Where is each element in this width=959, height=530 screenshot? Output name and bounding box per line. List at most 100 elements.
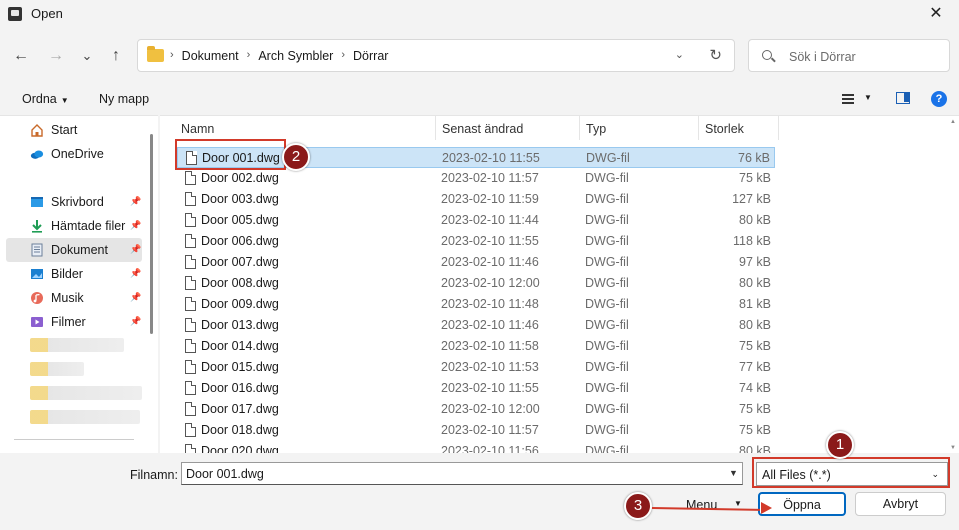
organize-button[interactable]: Ordna ▼: [22, 92, 69, 106]
chevron-down-icon[interactable]: ▼: [729, 468, 738, 478]
file-icon: [185, 339, 196, 353]
file-type: DWG-fil: [586, 151, 630, 165]
sidebar-item-label: Filmer: [51, 315, 86, 329]
refresh-button[interactable]: ↻: [709, 46, 722, 64]
table-row[interactable]: Door 008.dwg 2023-02-10 12:00 DWG-fil 80 kB: [177, 273, 775, 294]
table-row[interactable]: Door 015.dwg 2023-02-10 11:53 DWG-fil 77 kB: [177, 357, 775, 378]
table-row[interactable]: Door 007.dwg 2023-02-10 11:46 DWG-fil 97 kB: [177, 252, 775, 273]
filename-input[interactable]: [181, 462, 743, 485]
search-input[interactable]: Sök i Dörrar: [789, 50, 856, 64]
table-row[interactable]: Door 002.dwg 2023-02-10 11:57 DWG-fil 75 kB: [177, 168, 775, 189]
scroll-up-icon[interactable]: ▲: [950, 119, 956, 125]
home-icon: [31, 124, 43, 137]
table-row[interactable]: Door 016.dwg 2023-02-10 11:55 DWG-fil 74 kB: [177, 378, 775, 399]
breadcrumb-item[interactable]: Dörrar: [353, 49, 388, 63]
blurred-folder-item[interactable]: [30, 338, 124, 352]
table-row[interactable]: Door 009.dwg 2023-02-10 11:48 DWG-fil 81 kB: [177, 294, 775, 315]
file-icon: [185, 360, 196, 374]
recent-locations-button[interactable]: ⌄: [76, 46, 98, 66]
pin-icon[interactable]: 📌: [130, 268, 141, 279]
title-bar: Open ✕: [0, 0, 959, 28]
file-size: 97 kB: [739, 255, 771, 269]
table-row[interactable]: Door 017.dwg 2023-02-10 12:00 DWG-fil 75 kB: [177, 399, 775, 420]
sidebar-item-music[interactable]: Musik 📌: [6, 286, 142, 310]
column-header-modified[interactable]: Senast ändrad: [436, 116, 580, 140]
breadcrumb: › Dokument › Arch Symbler › Dörrar: [170, 49, 388, 63]
file-size: 74 kB: [739, 381, 771, 395]
sidebar-item-start[interactable]: Start: [6, 118, 142, 142]
column-header-name[interactable]: ⌃ Namn: [173, 116, 436, 140]
file-icon: [185, 234, 196, 248]
file-size: 77 kB: [739, 360, 771, 374]
file-type: DWG-fil: [585, 402, 629, 416]
file-icon: [185, 255, 196, 269]
search-icon: [762, 50, 772, 60]
address-bar[interactable]: › Dokument › Arch Symbler › Dörrar ⌄ ↻: [137, 39, 735, 72]
file-type: DWG-fil: [585, 213, 629, 227]
column-header-type[interactable]: Typ: [580, 116, 699, 140]
sidebar-divider: [14, 439, 134, 440]
chevron-down-icon[interactable]: ⌄: [675, 48, 684, 61]
app-icon: [8, 7, 22, 21]
breadcrumb-item[interactable]: Arch Symbler: [258, 49, 333, 63]
blurred-folder-item[interactable]: [30, 362, 84, 376]
blurred-folder-item[interactable]: [30, 410, 140, 424]
sidebar-item-pictures[interactable]: Bilder 📌: [6, 262, 142, 286]
column-header-label: Namn: [181, 122, 215, 136]
scroll-down-icon[interactable]: ▼: [950, 445, 956, 451]
caret-down-icon[interactable]: ▼: [864, 93, 872, 102]
sidebar-item-videos[interactable]: Filmer 📌: [6, 310, 142, 334]
folder-icon: [147, 46, 164, 62]
file-type: DWG-fil: [585, 192, 629, 206]
videos-icon: [31, 317, 43, 327]
new-folder-button[interactable]: Ny mapp: [99, 92, 149, 106]
table-row[interactable]: Door 020.dwg 2023-02-10 11:56 DWG-fil 80 kB: [177, 441, 775, 453]
caret-down-icon[interactable]: ▼: [734, 499, 742, 508]
sort-ascending-icon: ⌃: [313, 115, 321, 122]
view-list-icon[interactable]: [842, 94, 854, 104]
sidebar-item-onedrive[interactable]: OneDrive: [6, 142, 142, 166]
file-size: 81 kB: [739, 297, 771, 311]
up-button[interactable]: ↑: [105, 46, 127, 66]
table-row[interactable]: Door 013.dwg 2023-02-10 11:46 DWG-fil 80 kB: [177, 315, 775, 336]
sidebar-scrollbar[interactable]: [150, 134, 153, 334]
file-name: Door 005.dwg: [201, 213, 279, 227]
sidebar-item-label: OneDrive: [51, 147, 104, 161]
file-size: 80 kB: [739, 213, 771, 227]
file-name: Door 018.dwg: [201, 423, 279, 437]
file-modified: 2023-02-10 11:48: [441, 297, 539, 311]
table-row[interactable]: Door 005.dwg 2023-02-10 11:44 DWG-fil 80 kB: [177, 210, 775, 231]
sidebar-item-downloads[interactable]: Hämtade filer 📌: [6, 214, 142, 238]
forward-button[interactable]: →: [45, 46, 67, 66]
table-row[interactable]: Door 003.dwg 2023-02-10 11:59 DWG-fil 127 k…: [177, 189, 775, 210]
sidebar-item-desktop[interactable]: Skrivbord 📌: [6, 190, 142, 214]
file-type: DWG-fil: [585, 276, 629, 290]
pin-icon[interactable]: 📌: [130, 316, 141, 327]
close-button[interactable]: ✕: [913, 0, 959, 28]
file-list-scrollbar[interactable]: ▲ ▼: [947, 116, 959, 453]
pin-icon[interactable]: 📌: [130, 244, 141, 255]
step-badge-1: 1: [826, 431, 854, 459]
table-row[interactable]: Door 014.dwg 2023-02-10 11:58 DWG-fil 75 kB: [177, 336, 775, 357]
preview-pane-icon[interactable]: [896, 92, 910, 104]
table-row[interactable]: Door 006.dwg 2023-02-10 11:55 DWG-fil 118 k…: [177, 231, 775, 252]
help-icon[interactable]: ?: [931, 91, 947, 107]
file-name: Door 006.dwg: [201, 234, 279, 248]
search-box[interactable]: Sök i Dörrar: [748, 39, 950, 72]
sidebar-item-documents[interactable]: Dokument 📌: [6, 238, 142, 262]
file-icon: [185, 444, 196, 453]
breadcrumb-item[interactable]: Dokument: [182, 49, 239, 63]
chevron-right-icon: ›: [341, 49, 346, 61]
file-name: Door 017.dwg: [201, 402, 279, 416]
pin-icon[interactable]: 📌: [130, 196, 141, 207]
cancel-button[interactable]: Avbryt: [855, 492, 946, 516]
pin-icon[interactable]: 📌: [130, 292, 141, 303]
column-header-size[interactable]: Storlek: [699, 116, 779, 140]
file-size: 80 kB: [739, 276, 771, 290]
back-button[interactable]: ←: [10, 46, 32, 66]
file-size: 75 kB: [739, 402, 771, 416]
file-modified: 2023-02-10 11:58: [441, 339, 539, 353]
table-row[interactable]: Door 018.dwg 2023-02-10 11:57 DWG-fil 75 kB: [177, 420, 775, 441]
pin-icon[interactable]: 📌: [130, 220, 141, 231]
blurred-folder-item[interactable]: [30, 386, 142, 400]
